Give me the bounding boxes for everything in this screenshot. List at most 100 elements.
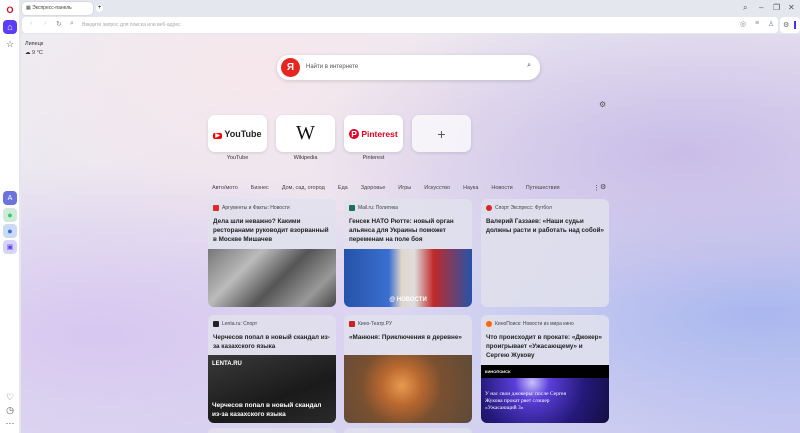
home-icon[interactable]: ⌂ bbox=[3, 20, 17, 34]
tab-title: Экспресс-панель bbox=[32, 5, 72, 11]
category-tab[interactable]: Искусство bbox=[424, 185, 450, 191]
category-tab[interactable]: Дом, сад, огород bbox=[282, 185, 325, 191]
pinboard-icon[interactable]: ☆ bbox=[3, 37, 17, 51]
image-overlay-text: Черчесов попал в новый скандал из-за каз… bbox=[212, 402, 322, 418]
opera-logo-icon[interactable]: O bbox=[3, 3, 17, 17]
card-image bbox=[344, 355, 472, 423]
image-overlay-text: У нас свои джокеры: после Сергея Жукова … bbox=[485, 391, 566, 411]
back-icon[interactable]: ‹ bbox=[30, 20, 32, 27]
weather-city: Липецк bbox=[25, 41, 44, 47]
card-title: Черчесов попал в новый скандал из-за каз… bbox=[213, 334, 330, 350]
close-icon[interactable]: ✕ bbox=[788, 3, 795, 12]
category-tab[interactable]: Авто/мото bbox=[212, 185, 238, 191]
camera-icon[interactable]: ◎ bbox=[740, 20, 746, 28]
more-icon[interactable]: ⋯ bbox=[3, 416, 17, 430]
speed-dial-page: Липецк ☁ 9 °C Я Найти в интернете ⌕ ⚙ ▶ … bbox=[21, 34, 800, 433]
add-speed-dial-button[interactable]: + bbox=[412, 115, 471, 152]
plus-icon: + bbox=[437, 125, 446, 142]
reload-icon[interactable]: ↻ bbox=[56, 20, 62, 28]
sidebar: O ⌂ ☆ A ● ● ▣ ♡ ◷ ⋯ bbox=[0, 0, 20, 433]
heart-icon[interactable]: ♡ bbox=[3, 390, 17, 404]
news-categories: Авто/мото Бизнес Дом, сад, огород Еда Зд… bbox=[212, 185, 573, 191]
vk-icon[interactable]: ● bbox=[3, 224, 17, 238]
mailru-favicon-icon bbox=[349, 205, 355, 211]
yandex-logo-icon: Я bbox=[281, 58, 300, 77]
news-card[interactable]: Lenta.ru: Спорт Черчесов попал в новый с… bbox=[208, 315, 336, 423]
settings-button[interactable]: ⚙ bbox=[780, 17, 800, 33]
address-bar[interactable]: ‹ › ↻ ⌕ Введите запрос для поиска или ве… bbox=[22, 17, 778, 33]
card-image: КИНОПОИСК У нас свои джокеры: после Серг… bbox=[481, 365, 609, 423]
card-title: Валерий Газзаев: «Наши судьи должны раст… bbox=[486, 218, 604, 234]
card-source: Кино-Театр.РУ bbox=[358, 321, 392, 327]
card-title: Дела шли неважно? Какими ресторанами рук… bbox=[213, 218, 329, 243]
new-tab-button[interactable]: + bbox=[96, 5, 103, 12]
aif-favicon-icon bbox=[213, 205, 219, 211]
tile-label: Wikipedia bbox=[293, 155, 318, 161]
category-tab[interactable]: Новости bbox=[491, 185, 512, 191]
more-options-icon[interactable]: ⋮ bbox=[593, 184, 600, 192]
wikipedia-logo: W bbox=[296, 122, 315, 144]
card-title: Что происходит в прокате: «Джокер» проиг… bbox=[486, 334, 602, 359]
news-card[interactable]: Спорт Экспресс: Футбол Валерий Газзаев: … bbox=[481, 199, 609, 307]
sport-express-favicon-icon bbox=[486, 205, 492, 211]
image-overlay-text: @ НОВОСТИ bbox=[389, 297, 427, 303]
history-icon[interactable]: ◷ bbox=[3, 403, 17, 417]
tile-label: Pinterest bbox=[362, 155, 385, 161]
restore-icon[interactable]: ❐ bbox=[773, 3, 780, 12]
whatsapp-icon[interactable]: ● bbox=[3, 208, 17, 222]
category-tab[interactable]: Наука bbox=[463, 185, 478, 191]
category-tab[interactable]: Еда bbox=[338, 185, 348, 191]
forward-icon[interactable]: › bbox=[44, 20, 46, 27]
news-card[interactable]: Кино-Театр.РУ «Манюня: Приключения в дер… bbox=[344, 315, 472, 423]
search-icon[interactable]: ⌕ bbox=[527, 62, 531, 70]
tab-speed-dial[interactable]: ▦ Экспресс-панель bbox=[22, 2, 93, 15]
category-tab[interactable]: Путешествия bbox=[526, 185, 560, 191]
card-source: Аргументы и Факты: Новости bbox=[222, 205, 290, 211]
news-card[interactable]: Mail.ru: Политика Генсек НАТО Рютте: нов… bbox=[344, 199, 472, 307]
profile-icon[interactable]: ♙ bbox=[768, 20, 774, 28]
card-title: Генсек НАТО Рютте: новый орган альянса д… bbox=[349, 218, 454, 243]
tile-label: YouTube bbox=[226, 155, 249, 161]
news-card[interactable]: КиноПоиск: Новости из мира кино Что прои… bbox=[481, 315, 609, 423]
card-image: @ НОВОСТИ bbox=[344, 249, 472, 307]
gear-icon: ⚙ bbox=[783, 22, 790, 29]
kino-teatr-favicon-icon bbox=[349, 321, 355, 327]
pinterest-logo: P Pinterest bbox=[349, 128, 398, 139]
weather-temp: 9 °C bbox=[32, 50, 43, 56]
card-source: КиноПоиск: Новости из мира кино bbox=[495, 321, 574, 327]
speed-dial-youtube[interactable]: ▶ YouTube bbox=[208, 115, 267, 152]
news-card[interactable] bbox=[208, 428, 336, 433]
weather-widget[interactable]: Липецк ☁ 9 °C bbox=[25, 40, 43, 58]
cloud-icon: ☁ bbox=[25, 50, 33, 56]
speed-dial-settings-icon[interactable]: ⚙ bbox=[599, 100, 606, 109]
sidebar-indicator bbox=[794, 21, 797, 30]
category-tab[interactable]: Игры bbox=[398, 185, 411, 191]
category-tab[interactable]: Бизнес bbox=[251, 185, 269, 191]
card-source: Lenta.ru: Спорт bbox=[222, 321, 258, 327]
search-icon: ⌕ bbox=[70, 20, 74, 27]
address-input[interactable]: Введите запрос для поиска или веб-адрес bbox=[82, 22, 181, 28]
search-tabs-icon[interactable]: ⌕ bbox=[743, 3, 747, 13]
card-image bbox=[208, 249, 336, 307]
kinopoisk-brand: КИНОПОИСК bbox=[481, 365, 609, 378]
easy-files-icon[interactable]: ≡ bbox=[755, 20, 759, 27]
lenta-brand: LENTA.RU bbox=[212, 361, 242, 367]
card-title: «Манюня: Приключения в деревне» bbox=[349, 334, 462, 341]
youtube-logo: ▶ YouTube bbox=[213, 128, 262, 139]
search-box[interactable]: Я Найти в интернете ⌕ bbox=[277, 55, 540, 80]
card-source: Спорт Экспресс: Футбол bbox=[495, 205, 552, 211]
card-image: LENTA.RU Черчесов попал в новый скандал … bbox=[208, 355, 336, 423]
search-input[interactable]: Найти в интернете bbox=[306, 64, 358, 70]
news-card[interactable] bbox=[344, 428, 472, 433]
news-settings-icon[interactable]: ⚙ bbox=[600, 183, 606, 191]
player-icon[interactable]: ▣ bbox=[3, 240, 17, 254]
speed-dial-pinterest[interactable]: P Pinterest bbox=[344, 115, 403, 152]
news-card[interactable]: Аргументы и Факты: Новости Дела шли нева… bbox=[208, 199, 336, 307]
category-tab[interactable]: Здоровье bbox=[361, 185, 386, 191]
minimize-icon[interactable]: – bbox=[759, 3, 763, 12]
speed-dial-wikipedia[interactable]: W bbox=[276, 115, 335, 152]
aria-icon[interactable]: A bbox=[3, 191, 17, 205]
lenta-favicon-icon bbox=[213, 321, 219, 327]
card-source: Mail.ru: Политика bbox=[358, 205, 398, 211]
kinopoisk-favicon-icon bbox=[486, 321, 492, 327]
